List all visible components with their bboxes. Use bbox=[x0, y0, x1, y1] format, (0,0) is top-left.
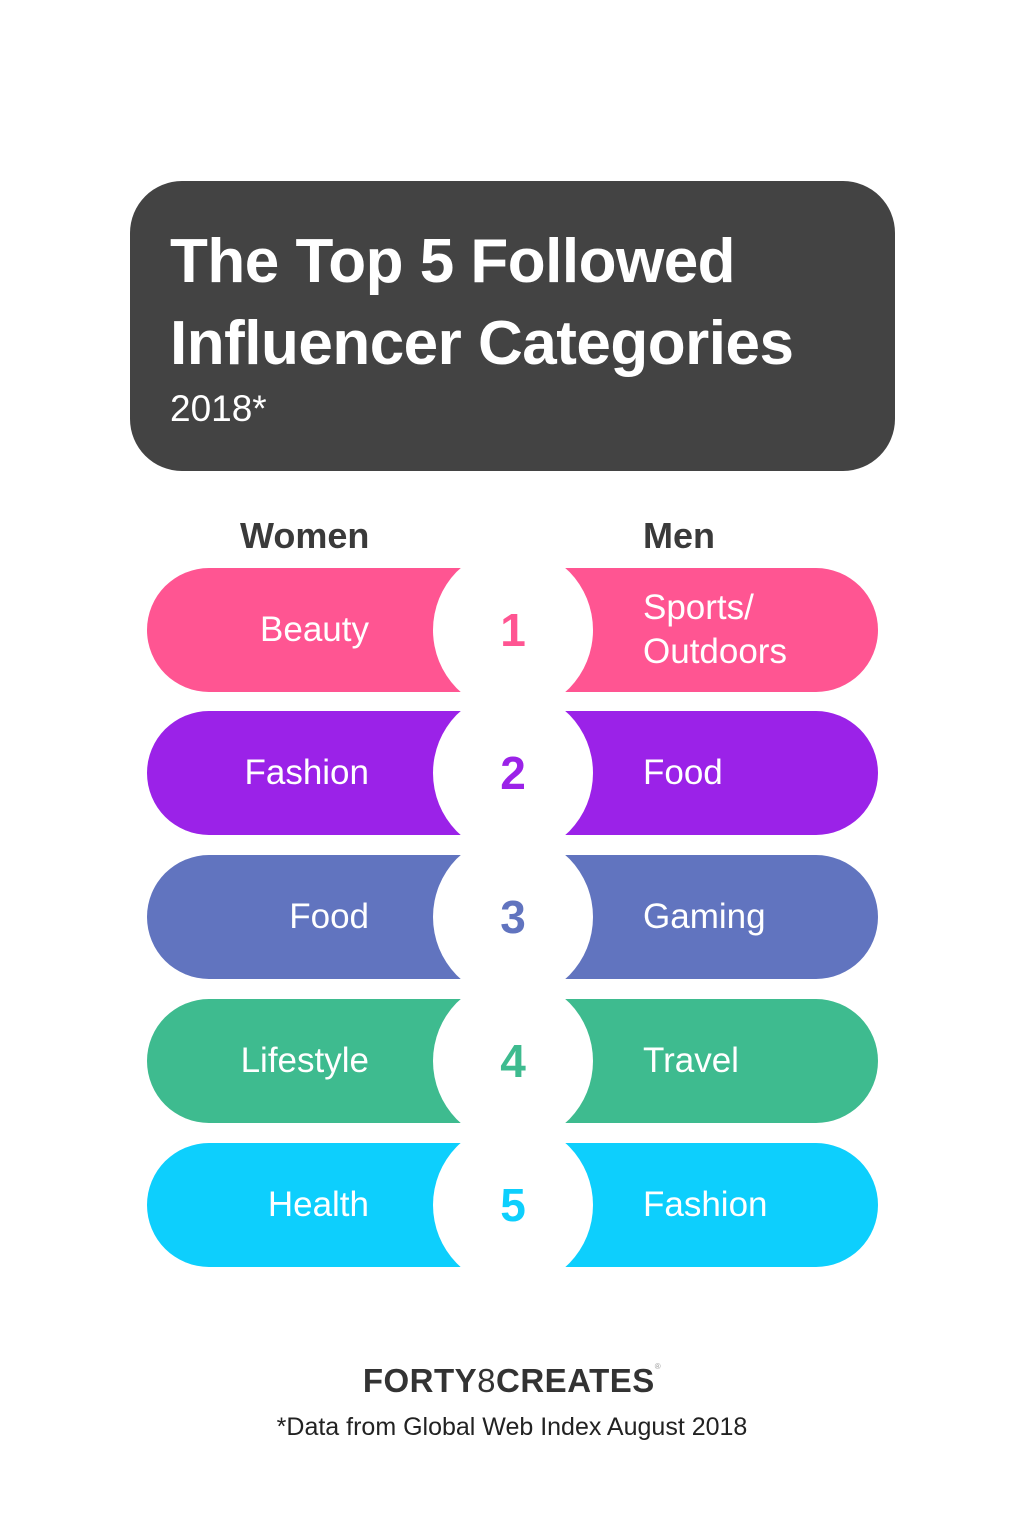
men-category-line-2: Outdoors bbox=[643, 632, 787, 671]
column-header-women: Women bbox=[240, 515, 370, 556]
men-category: Sports/ Outdoors bbox=[643, 568, 787, 692]
logo-text-8: 8 bbox=[477, 1362, 497, 1399]
men-category: Food bbox=[643, 711, 723, 835]
brand-logo: FORTY8CREATES® bbox=[0, 1362, 1024, 1400]
year-subtitle: 2018* bbox=[170, 388, 267, 429]
men-category: Gaming bbox=[643, 855, 766, 979]
logo-text-forty: FORTY bbox=[362, 1362, 478, 1399]
men-category-line-1: Gaming bbox=[643, 897, 766, 936]
column-header-men: Men bbox=[643, 515, 715, 556]
rank-number: 1 bbox=[500, 604, 526, 656]
women-category: Food bbox=[289, 897, 369, 936]
women-category: Lifestyle bbox=[240, 1041, 369, 1080]
men-category: Travel bbox=[643, 999, 739, 1123]
rank-number: 5 bbox=[500, 1179, 526, 1231]
women-category: Fashion bbox=[244, 753, 369, 792]
ranking-row: 3 Food Gaming bbox=[147, 835, 878, 999]
men-category: Fashion bbox=[643, 1143, 768, 1267]
source-footnote: *Data from Global Web Index August 2018 bbox=[276, 1413, 748, 1441]
rank-number: 2 bbox=[500, 747, 526, 799]
women-category: Health bbox=[267, 1185, 369, 1224]
registered-mark: ® bbox=[654, 1362, 662, 1371]
ranking-row: 1 Beauty Sports/ Outdoors bbox=[147, 548, 878, 712]
men-category-line-1: Food bbox=[643, 753, 723, 792]
page-title-line-1: The Top 5 Followed bbox=[170, 227, 736, 296]
ranking-row: 4 Lifestyle Travel bbox=[147, 979, 878, 1143]
rank-number: 3 bbox=[500, 891, 526, 943]
men-category-line-1: Sports/ bbox=[643, 588, 754, 627]
men-category-line-1: Fashion bbox=[643, 1185, 768, 1224]
rank-number: 4 bbox=[500, 1035, 526, 1087]
ranking-row: 2 Fashion Food bbox=[147, 691, 878, 855]
women-category: Beauty bbox=[260, 610, 369, 649]
logo-text-creates: CREATES bbox=[496, 1362, 655, 1399]
ranking-row: 5 Health Fashion bbox=[147, 1123, 878, 1287]
men-category-line-1: Travel bbox=[643, 1041, 739, 1080]
page-title-line-2: Influencer Categories bbox=[170, 309, 794, 378]
